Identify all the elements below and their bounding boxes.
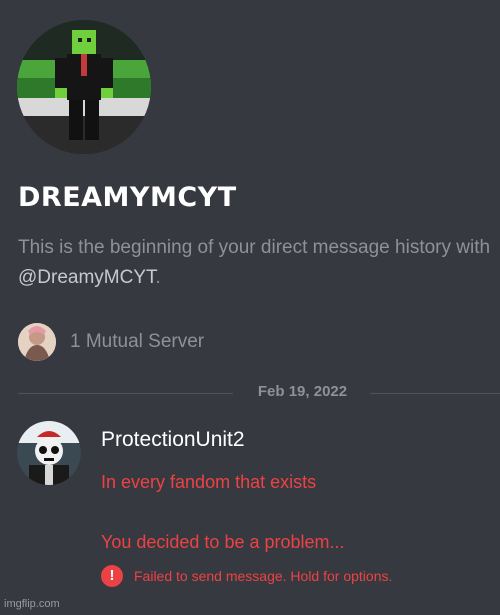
- dm-intro-text: This is the beginning of your direct mes…: [18, 237, 491, 258]
- send-failed-text: Failed to send message. Hold for options…: [134, 568, 393, 584]
- message-author-avatar[interactable]: [17, 421, 81, 485]
- profile-avatar[interactable]: [17, 20, 151, 154]
- server-icon: [18, 323, 56, 361]
- error-icon: !: [101, 565, 123, 587]
- handle-suffix: .: [155, 267, 161, 288]
- divider-line-right: [370, 393, 500, 394]
- user-handle: @DreamyMCYT: [18, 267, 156, 288]
- date-divider: Feb 19, 2022: [257, 383, 348, 400]
- skull-character-icon: [17, 421, 81, 485]
- watermark: imgflip.com: [4, 598, 60, 610]
- message-text-line[interactable]: In every fandom that exists: [101, 472, 316, 493]
- minecraft-skin-avatar-icon: [17, 20, 151, 154]
- message-author-name[interactable]: ProtectionUnit2: [101, 428, 245, 452]
- message-text-line[interactable]: You decided to be a problem...: [101, 532, 345, 553]
- dm-intro-handle-line: @DreamyMCYT.: [18, 267, 161, 289]
- send-failed-notice[interactable]: ! Failed to send message. Hold for optio…: [101, 565, 392, 587]
- divider-line-left: [18, 393, 233, 394]
- mutual-servers-row[interactable]: 1 Mutual Server: [18, 322, 204, 362]
- profile-username: DREAMYMCYT: [18, 182, 237, 213]
- mutual-servers-label: 1 Mutual Server: [70, 331, 205, 352]
